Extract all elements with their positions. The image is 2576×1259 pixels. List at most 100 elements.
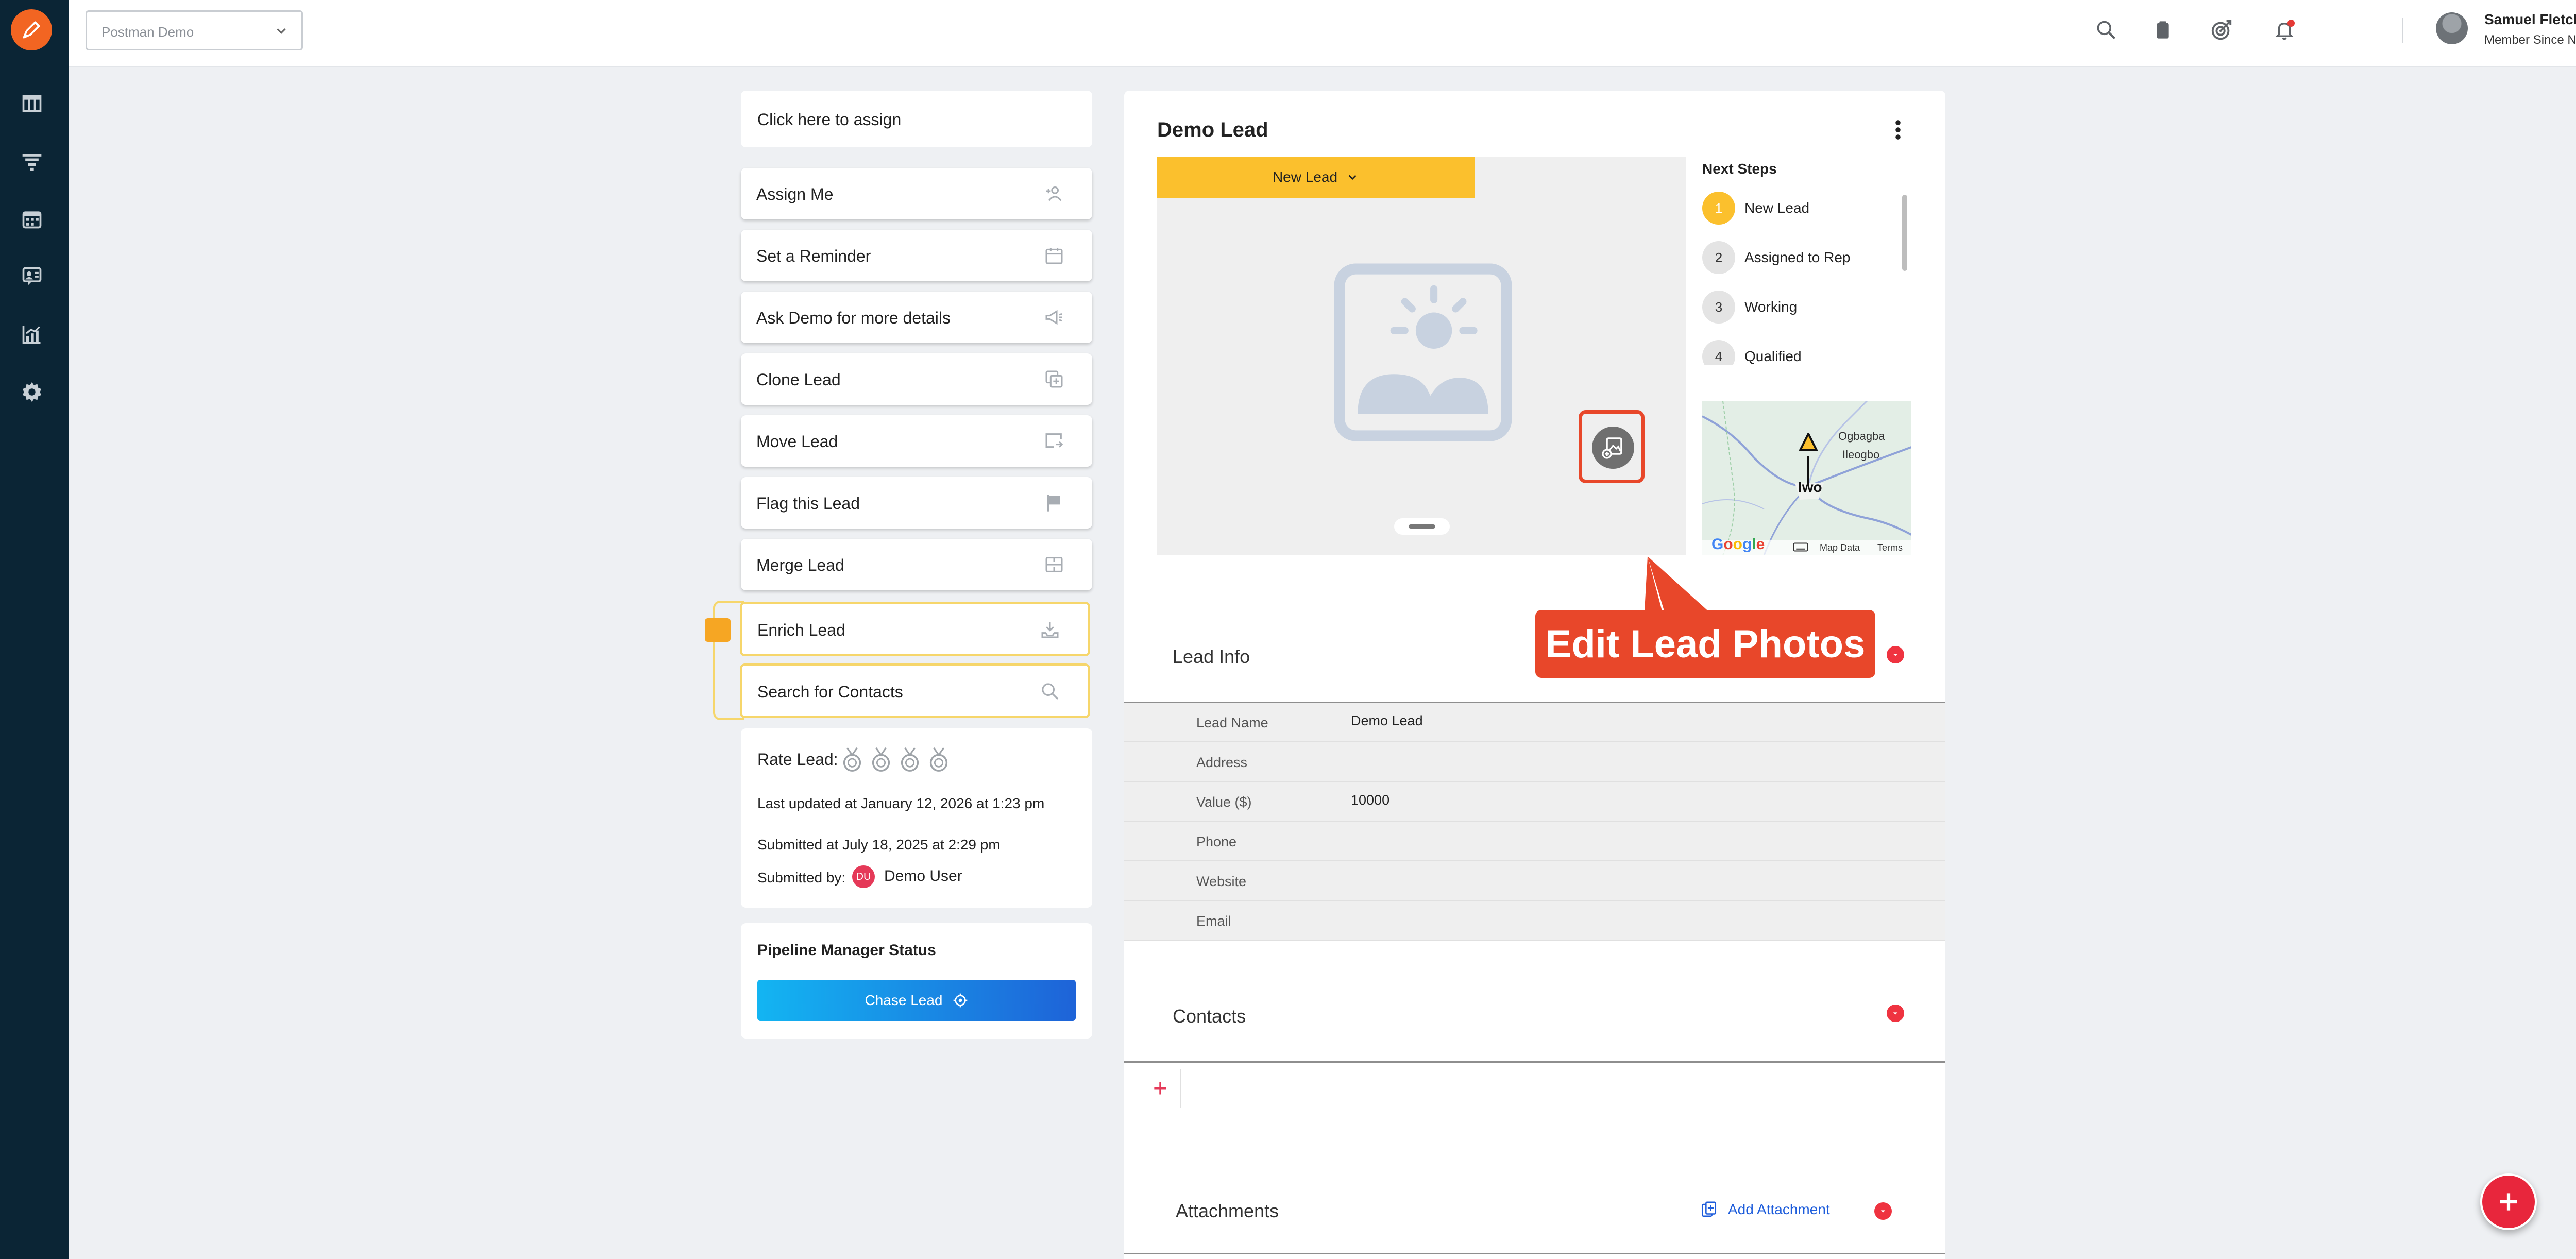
step-item[interactable]: 3 Working xyxy=(1702,291,1797,324)
medal-icon[interactable] xyxy=(871,747,891,773)
map-terms-link[interactable]: Terms xyxy=(1877,542,1903,553)
field-key: Lead Name xyxy=(1196,715,1268,730)
table-row[interactable]: Address xyxy=(1124,742,1945,782)
enrich-lead-button[interactable]: Enrich Lead xyxy=(740,602,1090,656)
submitted-by-label: Submitted by: xyxy=(757,870,846,886)
step-label: Working xyxy=(1744,299,1798,315)
collapse-lead-info-icon[interactable] xyxy=(1887,646,1904,663)
location-map[interactable]: Ogbagba Ileogbo Iwo Google Map Data Term… xyxy=(1702,401,1911,555)
table-row[interactable]: Value ($) 10000 xyxy=(1124,782,1945,822)
medal-icon[interactable] xyxy=(900,747,920,773)
ask-details-button[interactable]: Ask Demo for more details xyxy=(741,292,1092,343)
user-add-icon xyxy=(1043,182,1065,205)
map-place-label: Iwo xyxy=(1798,479,1822,495)
next-steps-list: 1 New Lead 2 Assigned to Rep 3 Working 4… xyxy=(1702,192,1913,365)
step-item[interactable]: 1 New Lead xyxy=(1702,192,1809,225)
clipboard-icon[interactable] xyxy=(2148,15,2177,44)
map-data-link[interactable]: Map Data xyxy=(1820,542,1860,553)
pipeline-manager-card: Pipeline Manager Status Chase Lead xyxy=(741,923,1092,1039)
avatar[interactable] xyxy=(2436,12,2468,44)
flag-lead-button[interactable]: Flag this Lead xyxy=(741,477,1092,529)
lead-info-table: Lead Name Demo Lead Address Value ($) 1000… xyxy=(1124,703,1945,941)
clone-lead-button[interactable]: Clone Lead xyxy=(741,353,1092,405)
table-row[interactable]: Website xyxy=(1124,861,1945,901)
set-reminder-button[interactable]: Set a Reminder xyxy=(741,230,1092,281)
clone-lead-label: Clone Lead xyxy=(756,370,841,389)
calendar-icon[interactable] xyxy=(19,206,45,232)
add-attachment-label: Add Attachment xyxy=(1728,1201,1830,1217)
step-item[interactable]: 4 Qualified xyxy=(1702,340,1802,365)
step-number: 1 xyxy=(1702,192,1735,225)
assign-placeholder: Click here to assign xyxy=(757,110,902,129)
move-lead-label: Move Lead xyxy=(756,432,838,451)
assign-me-button[interactable]: Assign Me xyxy=(741,168,1092,219)
medal-icon[interactable] xyxy=(928,747,949,773)
field-value: Demo Lead xyxy=(1351,713,1423,728)
member-since: Member Since Nov 11, 2024 xyxy=(2484,33,2576,47)
collapse-contacts-icon[interactable] xyxy=(1887,1005,1904,1022)
plus-icon xyxy=(2500,1193,2517,1211)
photo-pager[interactable] xyxy=(1394,518,1450,535)
collapse-attachments-icon[interactable] xyxy=(1874,1202,1892,1220)
contacts-title: Contacts xyxy=(1173,1006,1246,1027)
highlight-tag xyxy=(705,618,731,642)
calendar-icon xyxy=(1043,244,1065,267)
more-options-icon[interactable] xyxy=(1894,120,1902,140)
table-row[interactable]: Email xyxy=(1124,901,1945,941)
status-dropdown-value: New Lead xyxy=(1272,169,1338,185)
add-file-icon xyxy=(1701,1201,1717,1217)
section-divider xyxy=(1124,1253,1945,1254)
rate-lead-label: Rate Lead: xyxy=(757,750,838,769)
contact-card-icon[interactable] xyxy=(19,264,45,290)
status-dropdown[interactable]: New Lead xyxy=(1157,157,1475,198)
board-icon[interactable] xyxy=(19,91,45,116)
step-number: 3 xyxy=(1702,291,1735,324)
steps-scrollbar[interactable] xyxy=(1902,195,1907,271)
pipeline-title: Pipeline Manager Status xyxy=(757,942,936,959)
lead-info-title: Lead Info xyxy=(1173,646,1250,667)
google-logo: Google xyxy=(1711,536,1765,553)
search-contacts-button[interactable]: Search for Contacts xyxy=(740,663,1090,718)
merge-lead-button[interactable]: Merge Lead xyxy=(741,539,1092,590)
megaphone-icon xyxy=(1043,306,1065,329)
user-name[interactable]: Samuel Fletcher (Wingmate) xyxy=(2484,11,2576,28)
field-key: Website xyxy=(1196,874,1247,889)
field-value: 10000 xyxy=(1351,792,1390,808)
table-row[interactable]: Phone xyxy=(1124,822,1945,861)
assign-field[interactable]: Click here to assign xyxy=(741,91,1092,147)
search-icon[interactable] xyxy=(2092,15,2121,44)
step-item[interactable]: 2 Assigned to Rep xyxy=(1702,241,1850,274)
clone-icon xyxy=(1043,368,1065,390)
step-label: New Lead xyxy=(1744,200,1810,216)
step-number: 2 xyxy=(1702,241,1735,274)
chart-icon[interactable] xyxy=(19,321,45,347)
target-icon[interactable] xyxy=(2207,15,2236,44)
account-select[interactable]: Postman Demo xyxy=(86,10,303,50)
add-contact-button[interactable]: + xyxy=(1141,1069,1181,1108)
field-key: Email xyxy=(1196,913,1231,929)
step-label: Qualified xyxy=(1744,348,1802,364)
add-attachment-button[interactable]: Add Attachment xyxy=(1700,1200,1830,1219)
table-row[interactable]: Lead Name Demo Lead xyxy=(1124,703,1945,742)
floating-add-button[interactable] xyxy=(2480,1173,2537,1230)
app-logo[interactable] xyxy=(11,9,52,50)
field-key: Phone xyxy=(1196,834,1237,849)
edit-photos-button[interactable] xyxy=(1592,427,1634,469)
move-lead-button[interactable]: Move Lead xyxy=(741,415,1092,467)
section-divider xyxy=(1124,1061,1945,1063)
submitter-avatar: DU xyxy=(852,865,875,888)
enrich-icon xyxy=(1039,618,1061,641)
chevron-down-icon xyxy=(277,28,286,34)
attachments-title: Attachments xyxy=(1176,1200,1279,1221)
submitted-at: Submitted at July 18, 2025 at 2:29 pm xyxy=(757,837,1001,853)
bell-icon[interactable] xyxy=(2270,15,2299,44)
medal-icon[interactable] xyxy=(842,747,862,773)
chase-lead-button[interactable]: Chase Lead xyxy=(757,980,1076,1021)
step-label: Assigned to Rep xyxy=(1744,249,1851,265)
funnel-icon[interactable] xyxy=(19,148,45,174)
page-title: Demo Lead xyxy=(1157,118,1268,141)
account-select-value: Postman Demo xyxy=(101,24,194,40)
keyboard-icon[interactable] xyxy=(1793,542,1808,552)
move-icon xyxy=(1043,430,1065,452)
gear-icon[interactable] xyxy=(19,379,45,405)
